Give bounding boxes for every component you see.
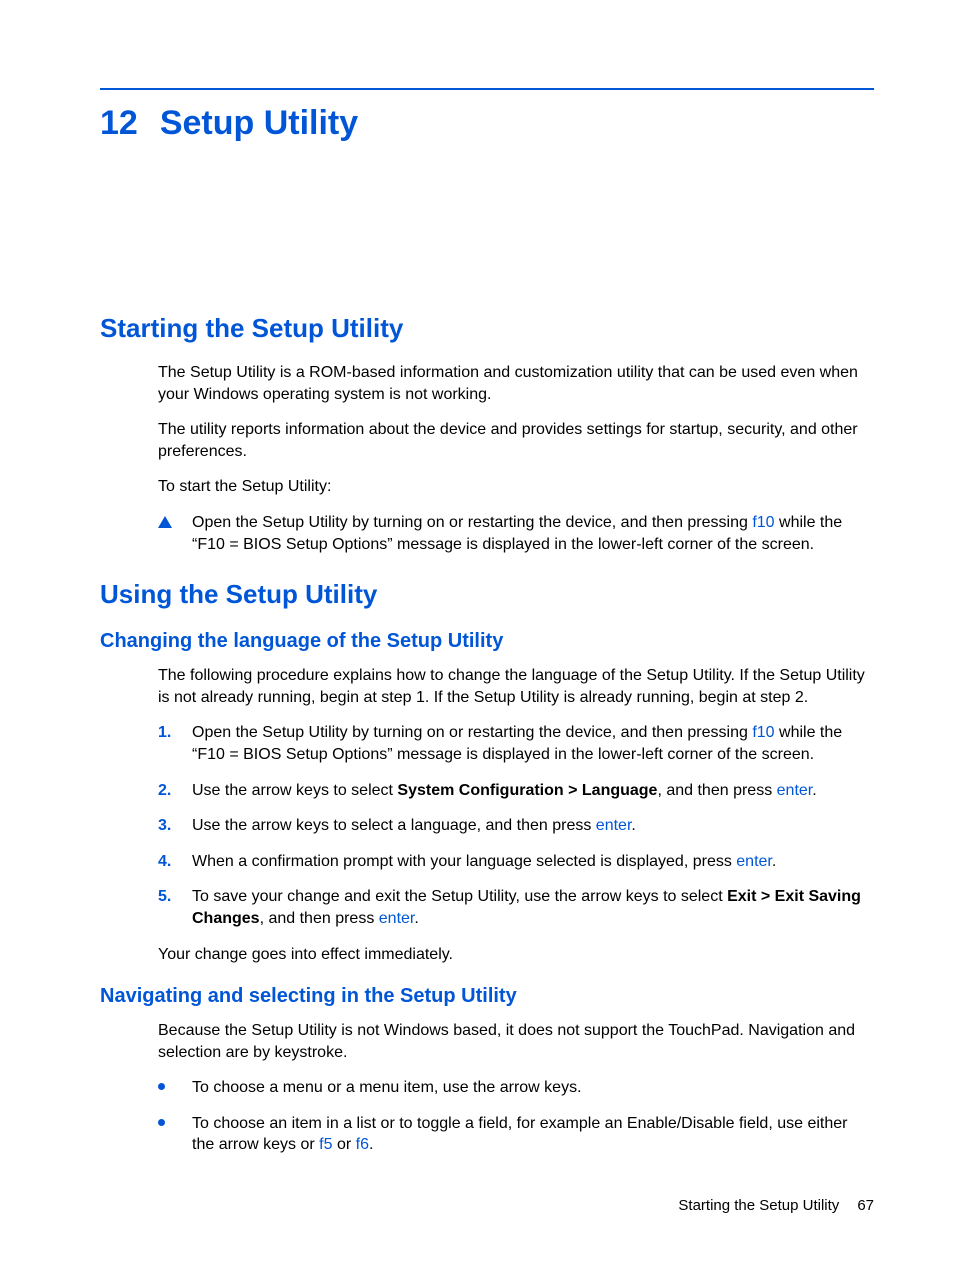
- step-text: Use the arrow keys to select System Conf…: [192, 780, 874, 802]
- section-heading-starting: Starting the Setup Utility: [100, 313, 874, 344]
- step-text: Open the Setup Utility by turning on or …: [192, 722, 874, 765]
- list-item: 5. To save your change and exit the Setu…: [158, 886, 874, 929]
- section-heading-using: Using the Setup Utility: [100, 579, 874, 610]
- list-item: To choose a menu or a menu item, use the…: [158, 1077, 874, 1099]
- step-number: 2.: [158, 780, 192, 802]
- step-text: Open the Setup Utility by turning on or …: [192, 512, 874, 555]
- key-f10: f10: [752, 514, 774, 531]
- step-number: 1.: [158, 722, 192, 744]
- page-number: 67: [857, 1197, 874, 1214]
- key-enter: enter: [777, 782, 813, 799]
- triangle-icon: [158, 516, 172, 528]
- paragraph: Because the Setup Utility is not Windows…: [158, 1020, 874, 1063]
- page-footer: Starting the Setup Utility 67: [678, 1197, 874, 1214]
- chapter-title: Setup Utility: [160, 104, 358, 143]
- paragraph: The Setup Utility is a ROM-based informa…: [158, 362, 874, 405]
- subheading-language: Changing the language of the Setup Utili…: [100, 630, 874, 653]
- subheading-navigating: Navigating and selecting in the Setup Ut…: [100, 985, 874, 1008]
- step-number: 3.: [158, 815, 192, 837]
- bullet-icon: [158, 1083, 165, 1090]
- key-f5: f5: [319, 1136, 332, 1153]
- footer-section-label: Starting the Setup Utility: [678, 1197, 839, 1214]
- key-enter: enter: [596, 817, 632, 834]
- key-f6: f6: [356, 1136, 369, 1153]
- step-number: 5.: [158, 886, 192, 908]
- bullet-icon: [158, 1119, 165, 1126]
- paragraph: The following procedure explains how to …: [158, 665, 874, 708]
- paragraph: Your change goes into effect immediately…: [158, 944, 874, 966]
- triangle-step: Open the Setup Utility by turning on or …: [158, 512, 874, 555]
- key-f10: f10: [752, 724, 774, 741]
- step-text: To save your change and exit the Setup U…: [192, 886, 874, 929]
- chapter-heading: 12 Setup Utility: [100, 104, 874, 143]
- paragraph: To start the Setup Utility:: [158, 476, 874, 498]
- step-text: When a confirmation prompt with your lan…: [192, 851, 874, 873]
- key-enter: enter: [736, 853, 772, 870]
- step-number: 4.: [158, 851, 192, 873]
- page: 12 Setup Utility Starting the Setup Util…: [0, 0, 954, 1270]
- list-item: To choose an item in a list or to toggle…: [158, 1113, 874, 1156]
- top-rule: [100, 88, 874, 90]
- list-item: 1. Open the Setup Utility by turning on …: [158, 722, 874, 765]
- list-item: 4. When a confirmation prompt with your …: [158, 851, 874, 873]
- chapter-number: 12: [100, 104, 138, 143]
- key-enter: enter: [379, 910, 415, 927]
- paragraph: The utility reports information about th…: [158, 419, 874, 462]
- list-item: 3. Use the arrow keys to select a langua…: [158, 815, 874, 837]
- bullet-text: To choose an item in a list or to toggle…: [192, 1113, 874, 1156]
- list-item: 2. Use the arrow keys to select System C…: [158, 780, 874, 802]
- bullet-text: To choose a menu or a menu item, use the…: [192, 1077, 874, 1099]
- step-text: Use the arrow keys to select a language,…: [192, 815, 874, 837]
